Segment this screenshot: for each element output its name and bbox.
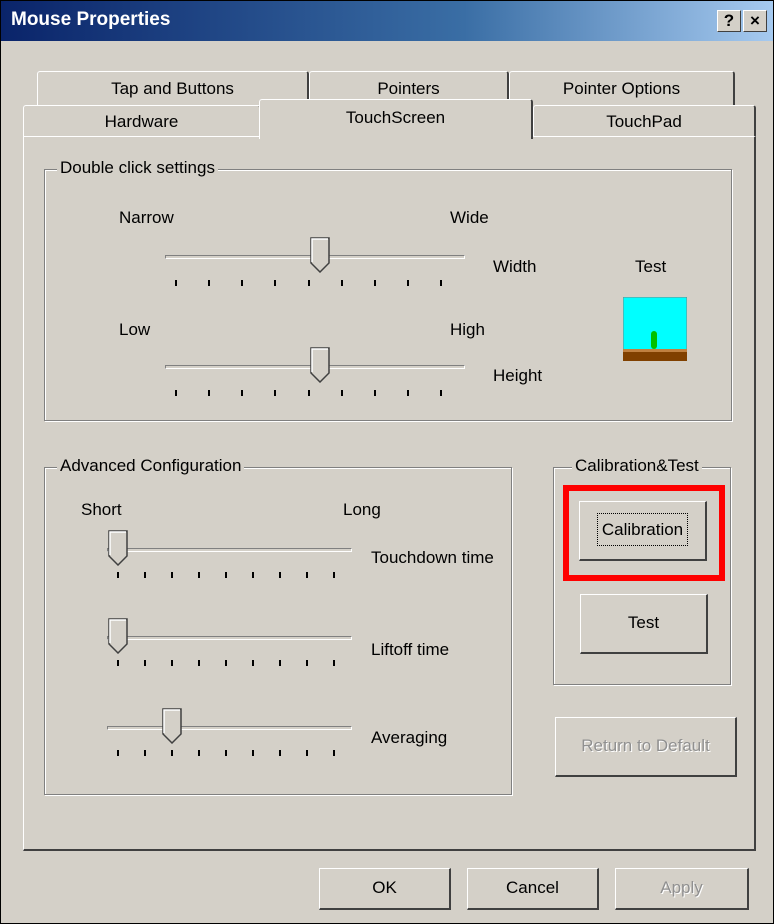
double-click-settings-title: Double click settings [57,158,218,178]
test-area-label: Test [635,257,667,276]
ok-button[interactable]: OK [319,868,451,910]
calibration-button-label: Calibration [596,513,689,546]
touchdown-slider-thumb[interactable] [108,530,128,566]
width-slider-thumb[interactable] [310,237,330,273]
averaging-label: Averaging [371,728,448,747]
width-min-label: Narrow [119,208,174,227]
touchdown-slider-ticks [117,572,347,580]
calibration-button[interactable]: Calibration [579,501,707,561]
title-bar[interactable]: Mouse Properties ? × [1,1,773,41]
height-min-label: Low [119,320,151,339]
averaging-slider-thumb[interactable] [162,708,182,744]
apply-button[interactable]: Apply [615,868,749,910]
close-button[interactable]: × [743,10,767,32]
liftoff-slider-thumb[interactable] [108,618,128,654]
cancel-button[interactable]: Cancel [467,868,599,910]
touchscreen-tab-panel: Double click settings Narrow Wide Width … [23,136,756,851]
advanced-configuration-title: Advanced Configuration [57,456,245,476]
tab-pointer-options[interactable]: Pointer Options [509,71,735,105]
tab-touchpad[interactable]: TouchPad [533,105,756,137]
calibration-test-button[interactable]: Test [580,594,708,654]
averaging-slider-ticks [117,750,347,758]
height-slider-ticks [175,390,455,398]
double-click-settings-group: Double click settings Narrow Wide Width … [44,158,732,421]
width-slider-ticks [175,280,455,288]
advanced-max-label: Long [343,500,381,519]
calibration-test-title: Calibration&Test [572,456,702,476]
touchdown-slider-track [107,548,352,552]
advanced-configuration-group: Advanced Configuration Short Long Touchd… [44,456,512,795]
window-title: Mouse Properties [11,9,171,30]
height-slider-thumb[interactable] [310,347,330,383]
tab-hardware[interactable]: Hardware [23,105,261,137]
width-label: Width [493,257,537,276]
liftoff-time-label: Liftoff time [371,640,450,659]
averaging-slider-track [107,726,352,730]
mouse-properties-window: Mouse Properties ? × Tap and Buttons Poi… [0,0,774,924]
tab-touchscreen[interactable]: TouchScreen [259,99,533,139]
advanced-min-label: Short [81,500,122,519]
height-max-label: High [450,320,485,339]
touchdown-time-label: Touchdown time [371,548,494,567]
double-click-test-icon[interactable] [623,297,687,361]
width-max-label: Wide [450,208,489,227]
liftoff-slider-track [107,636,352,640]
help-button[interactable]: ? [717,10,741,32]
liftoff-slider-ticks [117,660,347,668]
return-to-default-button[interactable]: Return to Default [555,717,737,777]
height-label: Height [493,366,543,385]
